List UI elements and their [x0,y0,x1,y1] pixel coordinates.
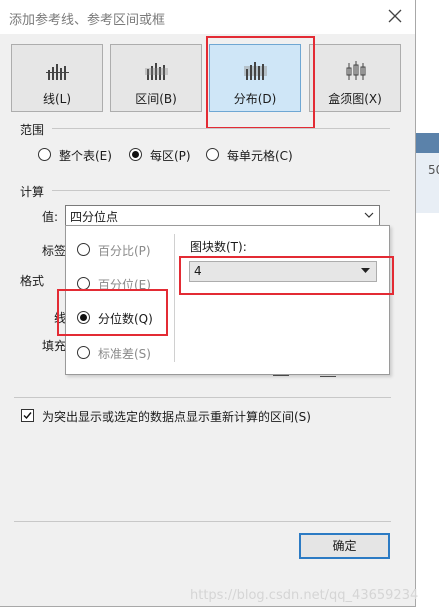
std-dev-radio[interactable] [77,346,90,359]
format-label: 格式 [20,274,45,288]
tab-line-label: 线(L) [42,92,72,106]
value-label: 值: [42,210,59,224]
scope-entire-table-radio[interactable] [38,148,51,161]
scope-label: 范围 [20,123,45,137]
background-value: 50 [428,163,439,177]
check-icon [23,412,32,420]
scope-per-cell-label: 每单元格(C) [227,149,293,163]
bottom-divider [14,397,391,398]
highlight-recalc-label: 为突出显示或选定的数据点显示重新计算的区间(S) [42,410,311,424]
calc-divider [52,190,390,191]
line-chart-icon [46,64,69,80]
percentage-radio[interactable] [77,243,90,256]
footer-divider [14,521,391,522]
highlight-box-tab [206,36,315,129]
tab-boxplot-label: 盒须图(X) [328,92,382,106]
ok-button[interactable]: 确定 [299,533,390,559]
scope-per-pane-radio[interactable] [129,148,142,161]
title-bar: 添加参考线、参考区间或框 [0,0,415,34]
highlight-recalc-checkbox[interactable] [21,409,34,422]
tab-band-label: 区间(B) [135,92,177,106]
highlight-box-tiles [179,256,394,295]
tab-band[interactable]: 区间(B) [110,44,202,112]
scope-entire-table-label: 整个表(E) [59,149,112,163]
scope-per-pane-label: 每区(P) [150,149,191,163]
scope-per-cell-radio[interactable] [206,148,219,161]
scope-divider [52,128,390,129]
band-chart-icon [145,63,168,80]
std-dev-label: 标准差(S) [98,347,151,361]
tab-boxplot[interactable]: 盒须图(X) [309,44,401,112]
popup-divider [174,234,175,362]
dialog-title: 添加参考线、参考区间或框 [9,13,166,28]
chevron-down-icon [364,212,374,218]
background-panel: 50 [416,133,439,213]
watermark: https://blog.csdn.net/qq_43659234 [190,588,419,603]
percentage-label: 百分比(P) [98,244,151,258]
background-header [416,133,439,153]
value-dropdown[interactable]: 四分位点 [65,205,380,226]
fill-label: 填充 [42,339,67,353]
boxplot-icon [346,61,366,80]
highlight-box-quantile [57,289,168,336]
tiles-label: 图块数(T): [190,240,247,254]
tab-line[interactable]: 线(L) [11,44,103,112]
label-label: 标签 [42,244,67,258]
value-dropdown-text: 四分位点 [70,210,119,224]
close-icon[interactable] [385,6,405,26]
calc-label: 计算 [20,185,45,199]
